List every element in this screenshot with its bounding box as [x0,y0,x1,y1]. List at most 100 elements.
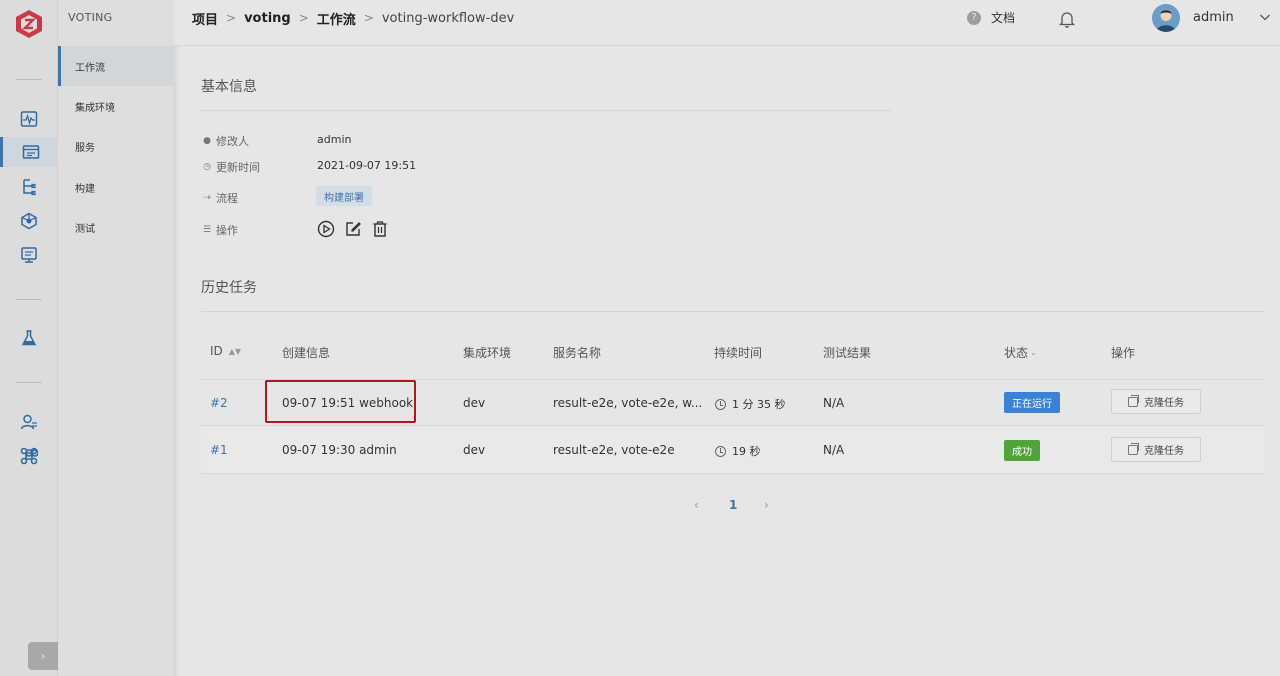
highlight-annotation [265,380,416,423]
modifier-label: 修改人 [216,135,249,148]
subnav-item-test[interactable]: 测试 [58,207,174,247]
breadcrumb-separator: > [226,11,237,25]
breadcrumb-projects[interactable]: 项目 [192,9,218,28]
column-status[interactable]: 状态 ⌄ [1004,344,1037,361]
icon-rail: › [0,0,58,676]
flow-icon: ⇢ [203,193,211,203]
settings-sliders-icon: ☰ [202,225,212,235]
updated-key: ◷ 更新时间 [201,159,260,175]
avatar[interactable] [1152,4,1180,32]
column-services: 服务名称 [553,346,602,360]
user-icon: ● [203,136,211,146]
created-info: 09-07 19:30 admin [282,443,397,457]
task-id-link[interactable]: #1 [210,443,228,457]
column-test-result: 测试结果 [823,346,872,360]
flow-key: ⇢ 流程 [201,190,238,206]
services-value: result-e2e, vote-e2e, w... [553,396,703,410]
basic-info-title: 基本信息 [201,79,257,95]
cube-icon[interactable] [0,206,58,236]
breadcrumb-workflow[interactable]: 工作流 [317,9,356,28]
docs-label: 文档 [991,11,1016,25]
updated-label: 更新时间 [216,161,260,174]
test-result-value: N/A [823,443,845,457]
subnav-shadow [174,0,180,676]
ops-key: ☰ 操作 [201,222,238,238]
column-created: 创建信息 [282,346,331,360]
sort-icon[interactable]: ▲▼ [229,347,241,356]
rail-divider [16,382,42,383]
clone-task-button[interactable]: 克隆任务 [1111,437,1201,462]
user-name[interactable]: admin [1193,10,1234,25]
next-page-button[interactable]: › [764,498,769,512]
column-id[interactable]: ID ▲▼ [210,344,241,358]
help-icon: ? [967,10,981,25]
breadcrumb: 项目 > voting > 工作流 > voting-workflow-dev [192,0,514,36]
clone-task-button[interactable]: 克隆任务 [1111,389,1201,414]
column-status-label: 状态 [1004,346,1029,360]
duration-text: 19 秒 [732,445,761,458]
status-badge: 成功 [1004,440,1040,461]
clone-task-label: 克隆任务 [1144,398,1184,409]
column-environment: 集成环境 [463,346,512,360]
breadcrumb-separator: > [363,11,374,25]
section-divider [201,110,891,111]
delete-icon[interactable] [371,220,389,238]
collapse-toggle-button[interactable]: › [28,642,58,670]
sub-navigation: VOTING 工作流 集成环境 服务 构建 测试 [58,0,174,676]
user-manage-icon[interactable] [0,407,58,437]
clone-task-label: 克隆任务 [1144,446,1184,457]
pipeline-icon[interactable] [0,172,58,202]
history-title: 历史任务 [201,280,257,296]
copy-icon [1128,394,1139,407]
duration-value: 19 秒 [715,443,761,459]
clock-icon: ◷ [203,162,211,172]
task-id-link[interactable]: #2 [210,396,228,410]
updated-value: 2021-09-07 19:51 [317,159,417,172]
edit-icon[interactable] [344,220,362,238]
flow-label: 流程 [216,192,238,205]
duration-text: 1 分 35 秒 [732,398,786,411]
chevron-down-icon[interactable] [1259,11,1271,23]
play-icon[interactable] [317,220,335,238]
subnav-item-environment[interactable]: 集成环境 [58,86,174,126]
filter-chevron-icon[interactable]: ⌄ [1030,348,1037,357]
prev-page-button[interactable]: ‹ [694,498,699,512]
subnav-item-workflow[interactable]: 工作流 [58,46,174,86]
project-title: VOTING [68,11,113,24]
column-id-label: ID [210,344,223,358]
rail-divider [16,299,42,300]
quality-icon[interactable] [0,240,58,270]
page-number[interactable]: 1 [729,498,737,512]
subnav-item-build[interactable]: 构建 [58,167,174,207]
ops-label: 操作 [216,224,238,237]
monitor-icon[interactable] [0,104,58,134]
modifier-value: admin [317,133,352,146]
logo-icon[interactable] [14,9,44,39]
test-flask-icon[interactable] [0,323,58,353]
environment-value: dev [463,396,486,410]
breadcrumb-current: voting-workflow-dev [381,10,515,26]
services-value: result-e2e, vote-e2e [553,443,675,457]
rail-divider [16,79,42,80]
subnav-item-service[interactable]: 服务 [58,126,174,166]
environment-value: dev [463,443,486,457]
plugin-icon[interactable] [0,441,58,471]
docs-link[interactable]: ? 文档 [967,9,1015,26]
top-header: 项目 > voting > 工作流 > voting-workflow-dev … [174,0,1280,46]
modifier-key: ● 修改人 [201,133,249,149]
breadcrumb-separator: > [298,11,309,25]
flow-tag: 构建部署 [316,186,372,206]
column-actions: 操作 [1111,346,1136,360]
clock-icon [715,445,726,457]
breadcrumb-project[interactable]: voting [244,11,291,26]
status-badge: 正在运行 [1004,392,1060,413]
copy-icon [1128,442,1139,455]
project-icon[interactable] [0,137,58,167]
test-result-value: N/A [823,396,845,410]
table-row: #1 09-07 19:30 admin dev result-e2e, vot… [201,427,1265,474]
duration-value: 1 分 35 秒 [715,396,786,412]
clock-icon [715,398,726,410]
section-divider [201,311,1265,312]
column-duration: 持续时间 [714,346,763,360]
bell-icon[interactable] [1059,10,1075,28]
